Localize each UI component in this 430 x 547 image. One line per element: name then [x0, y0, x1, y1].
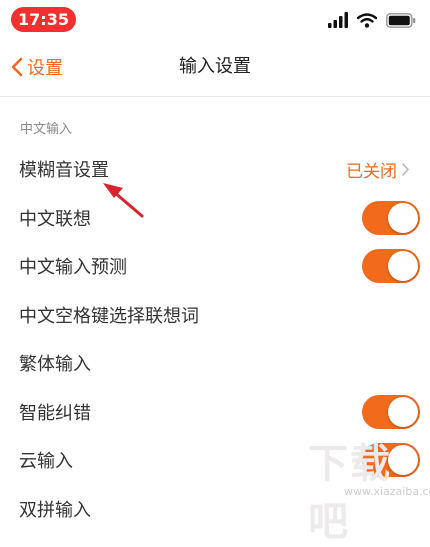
chinese-association-row: 中文联想	[0, 194, 430, 243]
chinese-input-prediction-toggle[interactable]	[362, 249, 420, 284]
page-title: 输入设置	[179, 56, 251, 77]
row-label: 中文联想	[19, 208, 91, 230]
row-label: 双拼输入	[19, 499, 91, 521]
smart-correction-toggle[interactable]	[362, 394, 420, 429]
row-label: 云输入	[19, 451, 73, 473]
fuzzy-pinyin-status: 已关闭	[346, 145, 410, 194]
back-button[interactable]: 设置	[10, 38, 63, 96]
section-header: 中文输入	[20, 122, 73, 137]
row-label: 中文空格键选择联想词	[19, 305, 199, 327]
navigation-bar: 设置 输入设置	[0, 38, 430, 97]
status-icons	[328, 10, 416, 30]
fuzzy-pinyin-settings-row[interactable]: 模糊音设置 已关闭	[0, 145, 430, 194]
chevron-right-icon	[402, 162, 409, 176]
chinese-association-toggle[interactable]	[362, 200, 420, 235]
row-label: 繁体输入	[19, 354, 91, 376]
signal-bars-icon	[328, 12, 348, 28]
battery-icon	[386, 12, 416, 28]
row-label: 中文输入预测	[19, 257, 127, 279]
status-value: 已关闭	[346, 161, 397, 182]
status-bar: 17:35	[0, 0, 430, 38]
row-label: 智能纠错	[19, 402, 91, 424]
status-time: 17:35	[11, 7, 76, 32]
cloud-input-row: 云输入	[0, 436, 430, 485]
space-select-association-row[interactable]: 中文空格键选择联想词	[0, 291, 430, 340]
traditional-input-row[interactable]: 繁体输入	[0, 339, 430, 388]
smart-correction-row: 智能纠错	[0, 388, 430, 437]
chevron-left-icon	[11, 57, 23, 77]
wifi-icon	[357, 12, 377, 28]
cloud-input-toggle[interactable]	[362, 443, 420, 478]
back-button-label: 设置	[27, 58, 63, 79]
chinese-input-prediction-row: 中文输入预测	[0, 242, 430, 291]
double-pinyin-row[interactable]: 双拼输入	[0, 485, 430, 534]
row-label: 模糊音设置	[19, 160, 109, 182]
settings-list: 中文输入 模糊音设置 已关闭 中文联想 中文输入预测 中文空格键选择联想词 繁体…	[0, 97, 430, 521]
